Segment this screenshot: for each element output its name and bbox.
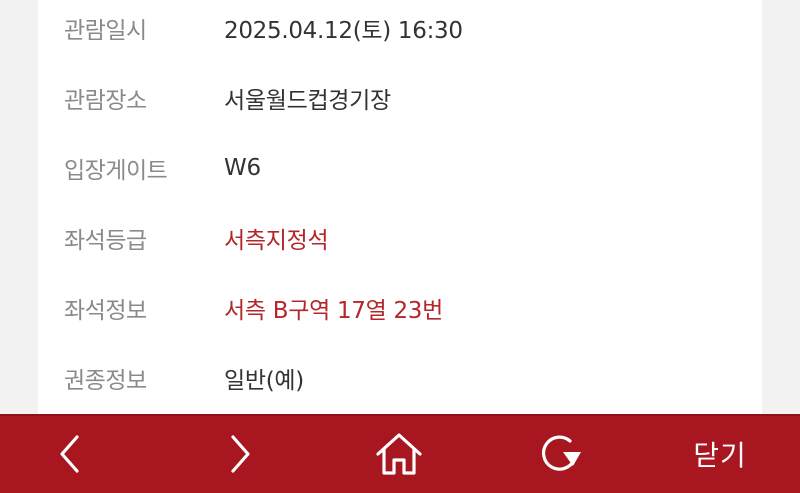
- info-row-datetime: 관람일시 2025.04.12(토) 16:30: [38, 8, 762, 48]
- info-value: W6: [224, 155, 261, 181]
- info-value: 서측지정석: [224, 228, 329, 254]
- ticket-detail-page: 관람일시 2025.04.12(토) 16:30 관람장소 서울월드컵경기장 입…: [0, 0, 800, 493]
- info-row-seat-info: 좌석정보 서측 B구역 17열 23번: [38, 288, 762, 328]
- info-row-venue: 관람장소 서울월드컵경기장: [38, 78, 762, 118]
- close-button-label: 닫기: [693, 438, 747, 472]
- info-label: 관람장소: [64, 88, 147, 114]
- back-button[interactable]: [40, 414, 100, 493]
- chevron-left-icon: [60, 434, 79, 473]
- info-label: 권종정보: [64, 368, 147, 394]
- bottom-toolbar: 닫기: [0, 414, 800, 493]
- info-label: 좌석정보: [64, 298, 147, 324]
- refresh-icon: [541, 435, 581, 471]
- refresh-button[interactable]: [526, 414, 590, 493]
- info-label: 관람일시: [64, 18, 147, 44]
- info-row-ticket-type: 권종정보 일반(예): [38, 358, 762, 398]
- info-label: 입장게이트: [64, 158, 168, 184]
- ticket-info-card: 관람일시 2025.04.12(토) 16:30 관람장소 서울월드컵경기장 입…: [38, 0, 762, 414]
- forward-button[interactable]: [210, 414, 270, 493]
- info-value: 일반(예): [224, 368, 304, 394]
- info-row-gate: 입장게이트 W6: [38, 148, 762, 188]
- home-icon: [376, 432, 422, 475]
- info-value: 서울월드컵경기장: [224, 88, 391, 114]
- chevron-right-icon: [231, 434, 250, 473]
- info-label: 좌석등급: [64, 228, 147, 254]
- info-row-seat-grade: 좌석등급 서측지정석: [38, 218, 762, 258]
- info-value: 2025.04.12(토) 16:30: [224, 18, 463, 44]
- info-value: 서측 B구역 17열 23번: [224, 298, 444, 324]
- close-button[interactable]: 닫기: [680, 414, 760, 493]
- home-button[interactable]: [366, 414, 432, 493]
